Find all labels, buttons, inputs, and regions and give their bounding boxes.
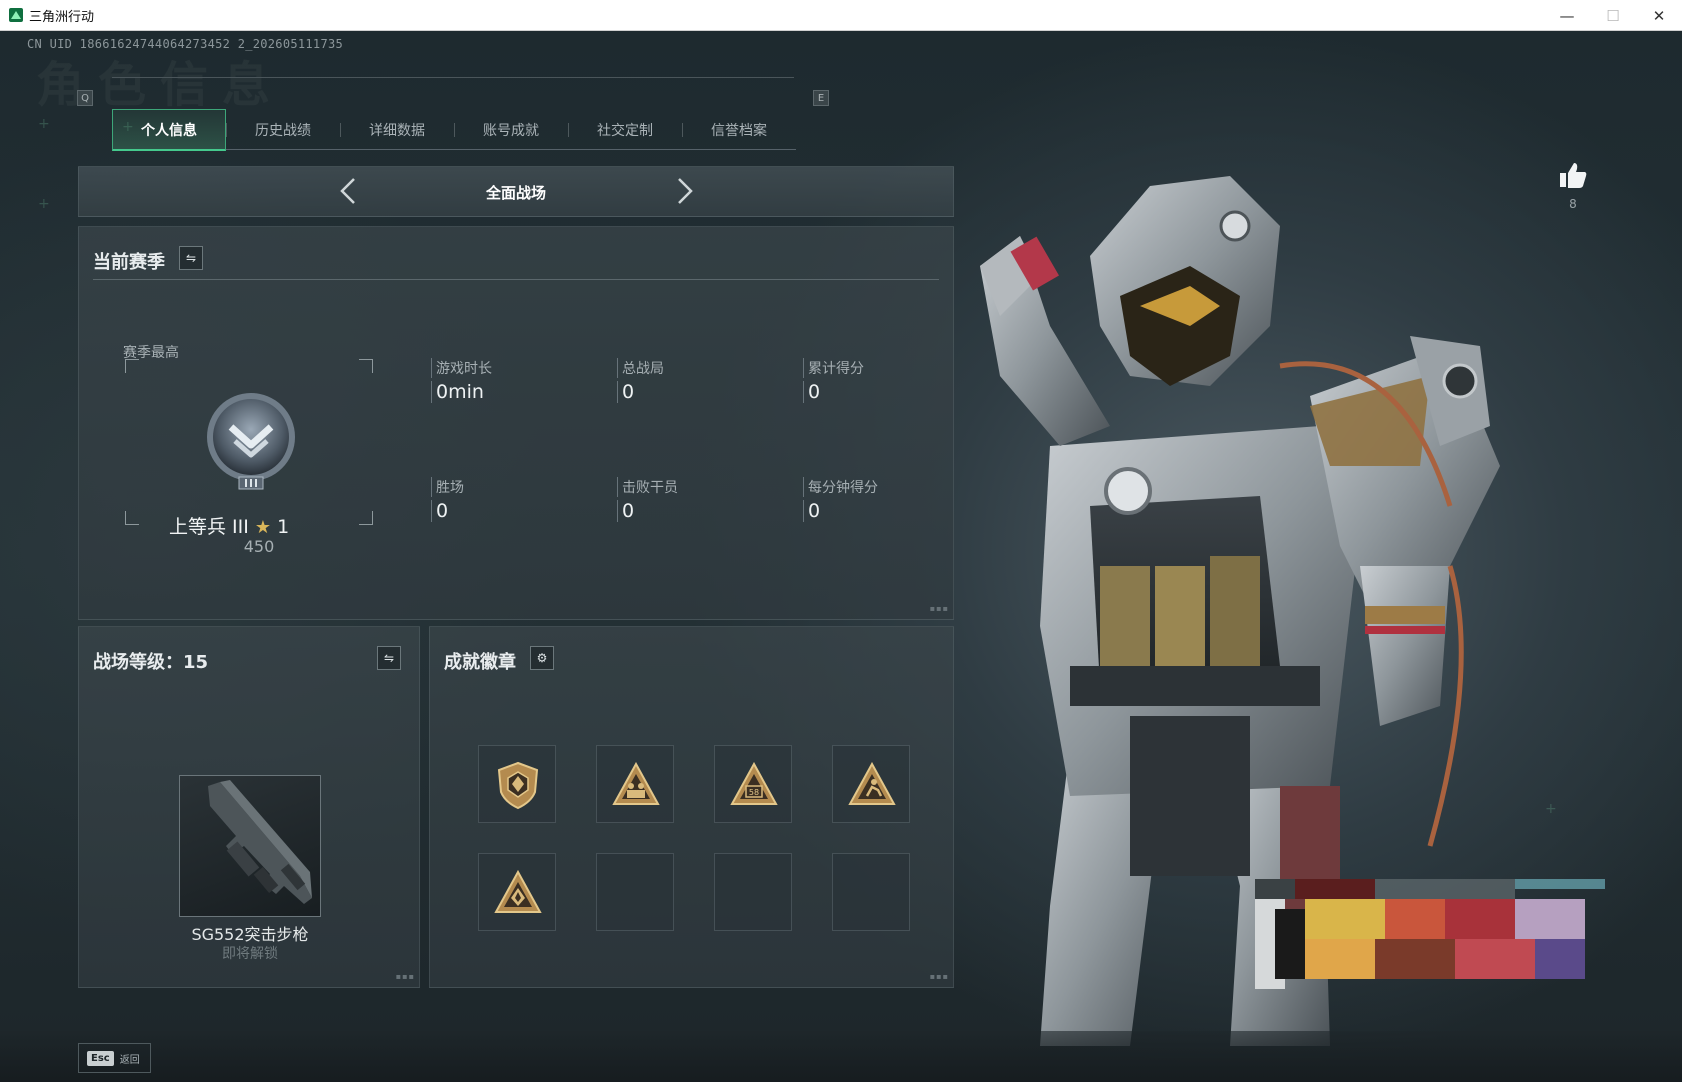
- tab-next-key-hint[interactable]: E: [813, 90, 829, 106]
- stat-value: 0: [803, 500, 983, 522]
- like-count: 8: [1569, 197, 1577, 211]
- season-swap-button[interactable]: ⇋: [179, 246, 203, 270]
- weapon-card[interactable]: [179, 775, 321, 917]
- gear-icon: ⚙: [536, 651, 548, 665]
- rank-name: 上等兵 III ★ 1: [169, 512, 389, 539]
- tab-prev-key-hint[interactable]: Q: [77, 90, 93, 106]
- stat-score-per-minute: 每分钟得分 0: [803, 477, 983, 522]
- stat-label: 总战局: [617, 358, 797, 378]
- stat-total-matches: 总战局 0: [617, 358, 797, 403]
- weapon-unlock-status: 即将解锁: [222, 946, 278, 962]
- rank-points: 450: [243, 537, 275, 556]
- swap-icon: ⇋: [185, 251, 197, 265]
- stat-total-score: 累计得分 0: [803, 358, 983, 403]
- bottom-bar: Esc 返回: [0, 1031, 1682, 1082]
- triangle-diamond-badge-icon: [494, 869, 542, 913]
- grid-cross-icon: +: [38, 196, 50, 212]
- tab-social-customization[interactable]: 社交定制: [568, 109, 682, 151]
- stat-label: 胜场: [431, 477, 611, 497]
- badge-slot-empty[interactable]: [596, 853, 674, 931]
- player-uid: CN UID 18661624744064273452 2_2026051117…: [27, 37, 344, 51]
- badge-slot-empty[interactable]: [714, 853, 792, 931]
- stat-label: 击败干员: [617, 477, 797, 497]
- level-swap-button[interactable]: ⇋: [377, 646, 401, 670]
- battlefield-level-panel: 战场等级：15 ⇋ SG552突击步枪 即将解锁 ▪▪▪: [78, 626, 420, 988]
- stat-label: 每分钟得分: [803, 477, 983, 497]
- back-label: 返回: [119, 1054, 140, 1066]
- stat-value: 0: [617, 381, 797, 403]
- stat-label: 累计得分: [803, 358, 983, 378]
- weapon-name: SG552突击步枪: [191, 925, 309, 944]
- stat-value: 0min: [431, 381, 611, 403]
- badge-slot-runner[interactable]: [832, 745, 910, 823]
- rank-title: 上等兵 III: [169, 516, 249, 538]
- thumbs-up-icon: [1560, 163, 1587, 188]
- like-button[interactable]: 8: [1555, 161, 1591, 211]
- badges-title: 成就徽章: [444, 652, 516, 673]
- close-button[interactable]: ✕: [1636, 0, 1682, 31]
- grid-cross-icon: +: [38, 116, 50, 132]
- achievement-badges-panel: 成就徽章 ⚙ 58 ▪▪▪: [429, 626, 954, 988]
- back-button[interactable]: Esc 返回: [78, 1043, 151, 1073]
- badge-slot-empty[interactable]: [832, 853, 910, 931]
- tab-match-history[interactable]: 历史战绩: [226, 109, 340, 151]
- triangle-squad-badge-icon: [612, 761, 660, 805]
- badge-slot-squad[interactable]: [596, 745, 674, 823]
- mode-selector: 全面战场: [78, 166, 954, 217]
- app-logo-icon: [9, 8, 23, 22]
- chevron-right-icon[interactable]: [669, 176, 699, 206]
- level-title: 战场等级：15: [93, 652, 209, 673]
- stat-operators-defeated: 击败干员 0: [617, 477, 797, 522]
- stat-value: 0: [803, 381, 983, 403]
- triangle-58-badge-icon: 58: [730, 761, 778, 805]
- window-controls: — ☐ ✕: [1544, 0, 1682, 31]
- tab-personal-info[interactable]: 个人信息: [112, 109, 226, 151]
- tab-account-achievements[interactable]: 账号成就: [454, 109, 568, 151]
- mode-label: 全面战场: [485, 184, 546, 202]
- window-titlebar: 三角洲行动 — ☐ ✕: [0, 0, 1682, 31]
- badge-slot-58[interactable]: 58: [714, 745, 792, 823]
- maximize-button[interactable]: ☐: [1590, 0, 1636, 31]
- stat-wins: 胜场 0: [431, 477, 611, 522]
- swap-icon: ⇋: [383, 651, 395, 665]
- tab-credit-record[interactable]: 信誉档案: [682, 109, 796, 151]
- title-divider: [93, 279, 939, 280]
- stat-value: 0: [617, 500, 797, 522]
- panel-corner-dots: ▪▪▪: [395, 972, 415, 981]
- current-season-panel: 当前赛季 ⇋ 赛季最高 上等兵 III ★ 1 450 游戏时长 0min 总战…: [78, 226, 954, 620]
- stat-play-time: 游戏时长 0min: [431, 358, 611, 403]
- panel-corner-dots: ▪▪▪: [929, 604, 949, 613]
- star-icon: ★: [254, 517, 272, 538]
- triangle-runner-badge-icon: [848, 761, 896, 805]
- tab-detailed-data[interactable]: 详细数据: [340, 109, 454, 151]
- shield-emblem-badge-icon: [497, 761, 539, 810]
- esc-key-hint: Esc: [87, 1050, 114, 1066]
- rank-star-count: 1: [277, 516, 290, 538]
- panel-corner-dots: ▪▪▪: [929, 972, 949, 981]
- pixelated-overlay: [1255, 879, 1605, 989]
- minimize-button[interactable]: —: [1544, 0, 1590, 31]
- profile-tabs: 个人信息 历史战绩 详细数据 账号成就 社交定制 信誉档案: [112, 77, 796, 151]
- assault-rifle-icon: [208, 780, 312, 904]
- badges-settings-button[interactable]: ⚙: [530, 646, 554, 670]
- season-title: 当前赛季: [93, 252, 165, 273]
- svg-text:58: 58: [749, 788, 759, 797]
- stat-value: 0: [431, 500, 611, 522]
- rank-emblem-icon: [207, 393, 295, 490]
- window-title: 三角洲行动: [29, 9, 95, 25]
- stat-label: 游戏时长: [431, 358, 611, 378]
- badge-slot-shield[interactable]: [478, 745, 556, 823]
- game-screen: 角色信息 CN UID 18661624744064273452 2_20260…: [0, 31, 1682, 1082]
- badge-slot-diamond[interactable]: [478, 853, 556, 931]
